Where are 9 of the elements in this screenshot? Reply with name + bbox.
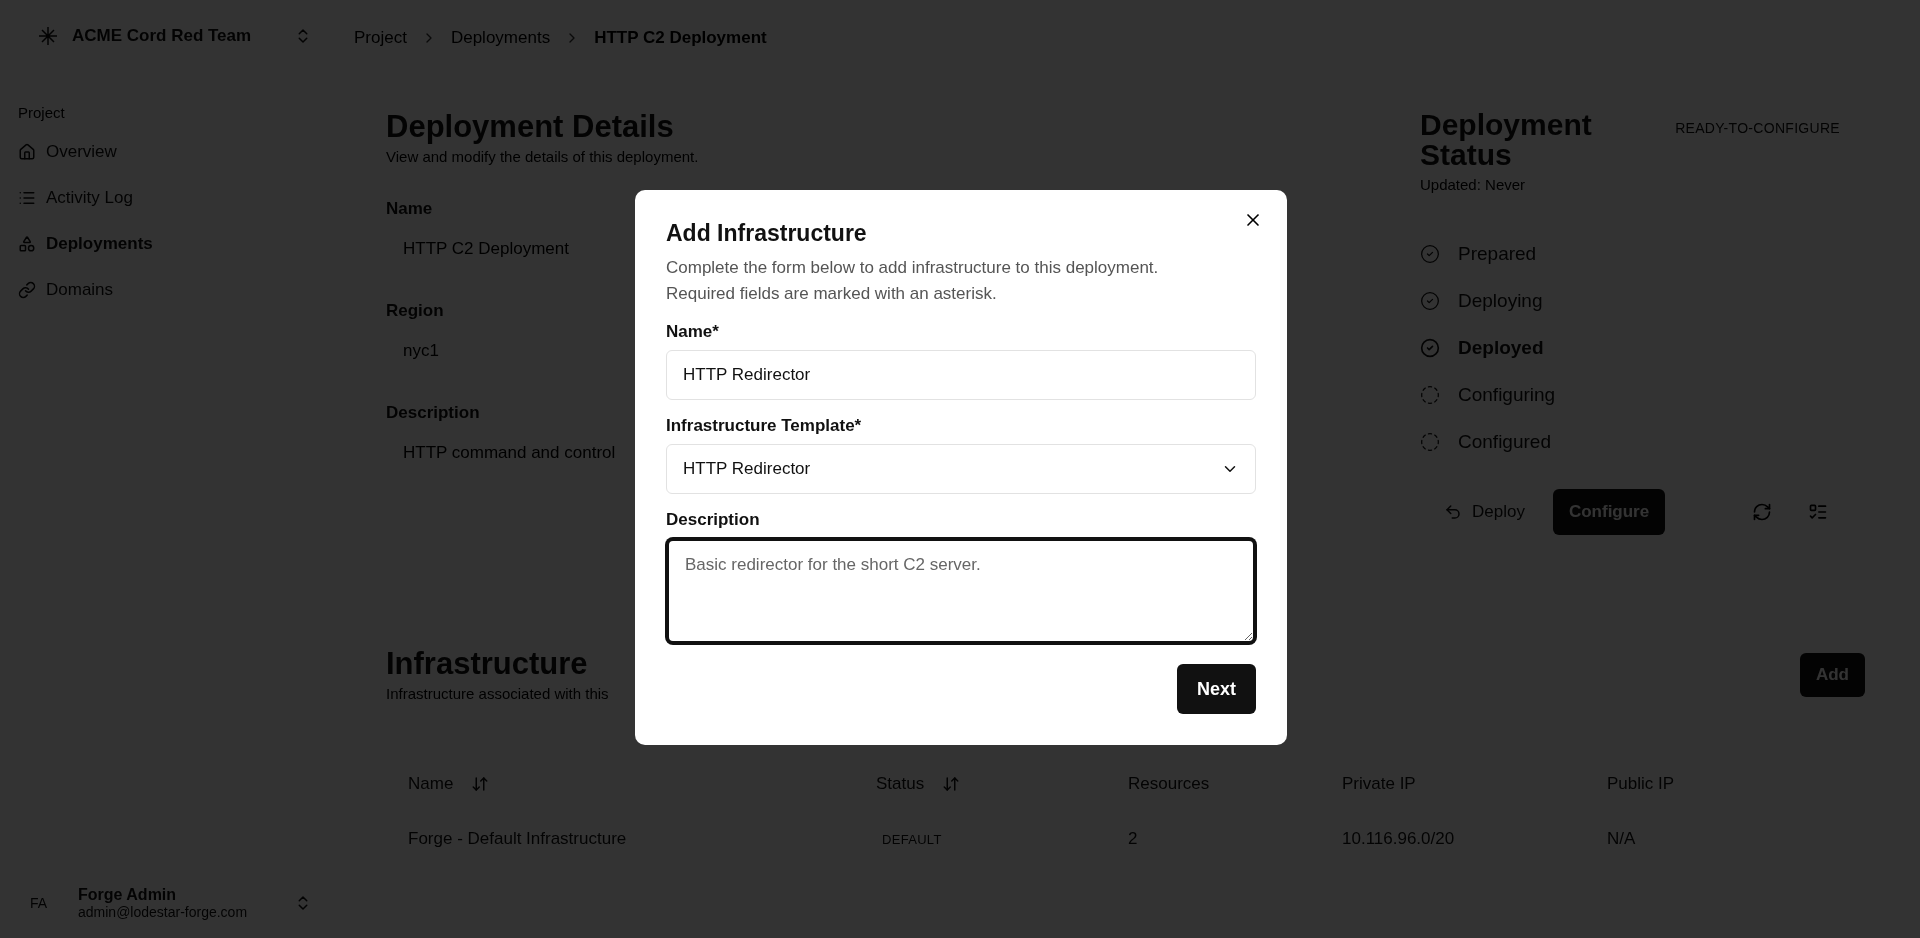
select-field[interactable]: HTTP Redirector — [666, 444, 1256, 494]
next-button[interactable]: Next — [1177, 664, 1256, 714]
dialog-title: Add Infrastructure — [666, 220, 868, 247]
description-field[interactable]: Basic redirector for the short C2 server. — [666, 538, 1256, 644]
field-label: Description — [666, 510, 761, 530]
dialog-description: Complete the form below to add infrastructure to this deployment. Required fields are marked with an asterisk. — [666, 257, 1160, 305]
field-label: Name* — [666, 322, 720, 342]
field-label: Infrastructure Template* — [666, 416, 863, 436]
input-field[interactable]: HTTP Redirector — [666, 350, 1256, 400]
